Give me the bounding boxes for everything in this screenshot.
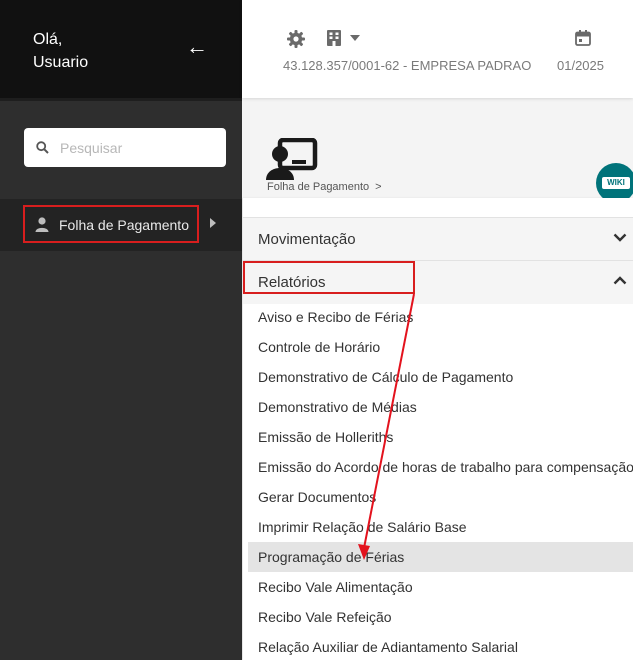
search-box[interactable] <box>24 128 226 167</box>
menu-item-imprimir-relacao-salario[interactable]: Imprimir Relação de Salário Base <box>248 512 633 542</box>
search-input[interactable] <box>60 128 220 167</box>
user-icon <box>35 217 49 232</box>
menu-item-controle-horario[interactable]: Controle de Horário <box>248 332 633 362</box>
user-greeting: Olá, Usuario <box>33 28 88 74</box>
menu-item-programacao-ferias[interactable]: Programação de Férias <box>248 542 633 572</box>
module-menu-panel: Movimentação Relatórios Aviso e Recibo d… <box>243 198 633 660</box>
menu-item-demonstrativo-medias[interactable]: Demonstrativo de Médias <box>248 392 633 422</box>
breadcrumb-separator: > <box>375 181 382 193</box>
chevron-down-icon <box>613 233 627 242</box>
section-title: Movimentação <box>258 231 356 248</box>
menu-item-gerar-documentos[interactable]: Gerar Documentos <box>248 482 633 512</box>
user-name: Usuario <box>33 54 89 71</box>
sidebar-item-label: Folha de Pagamento <box>59 217 189 233</box>
divider <box>0 98 242 101</box>
collapse-sidebar-icon[interactable]: ← <box>186 36 208 58</box>
chevron-up-icon <box>613 276 627 285</box>
menu-item-recibo-vale-alimentacao[interactable]: Recibo Vale Alimentação <box>248 572 633 602</box>
wiki-label: WIKI <box>602 177 630 189</box>
chevron-right-icon[interactable] <box>210 218 216 228</box>
top-bar <box>242 0 633 98</box>
menu-item-aviso-recibo-ferias[interactable]: Aviso e Recibo de Férias <box>248 302 633 332</box>
menu-item-demonstrativo-calculo[interactable]: Demonstrativo de Cálculo de Pagamento <box>248 362 633 392</box>
wiki-button[interactable]: WIKI <box>596 163 633 203</box>
sidebar: Olá, Usuario ← Folha de Pagamento <box>0 0 242 660</box>
highlight-box-relatorios <box>243 261 415 294</box>
payroll-module-icon <box>266 138 318 180</box>
building-icon[interactable] <box>327 30 341 46</box>
sidebar-item-folha-de-pagamento[interactable]: Folha de Pagamento <box>23 205 199 243</box>
menu-item-emissao-acordo-horas[interactable]: Emissão do Acordo de horas de trabalho p… <box>248 452 633 482</box>
breadcrumb: Folha de Pagamento > <box>267 181 382 193</box>
menu-item-relacao-adiantamento[interactable]: Relação Auxiliar de Adiantamento Salaria… <box>248 632 633 660</box>
menu-item-recibo-vale-refeicao[interactable]: Recibo Vale Refeição <box>248 602 633 632</box>
menu-item-emissao-holleriths[interactable]: Emissão de Holleriths <box>248 422 633 452</box>
search-icon <box>36 141 49 154</box>
sidebar-header: Olá, Usuario ← <box>0 0 242 98</box>
caret-down-icon[interactable] <box>350 35 360 41</box>
breadcrumb-item[interactable]: Folha de Pagamento <box>267 181 369 193</box>
section-header-movimentacao[interactable]: Movimentação <box>243 217 633 261</box>
gear-icon[interactable] <box>287 30 305 48</box>
greeting-text: Olá, <box>33 31 63 48</box>
company-name[interactable]: 43.128.357/0001-62 - EMPRESA PADRAO <box>283 58 531 73</box>
period-label[interactable]: 01/2025 <box>557 58 604 73</box>
calendar-icon[interactable] <box>575 30 591 46</box>
